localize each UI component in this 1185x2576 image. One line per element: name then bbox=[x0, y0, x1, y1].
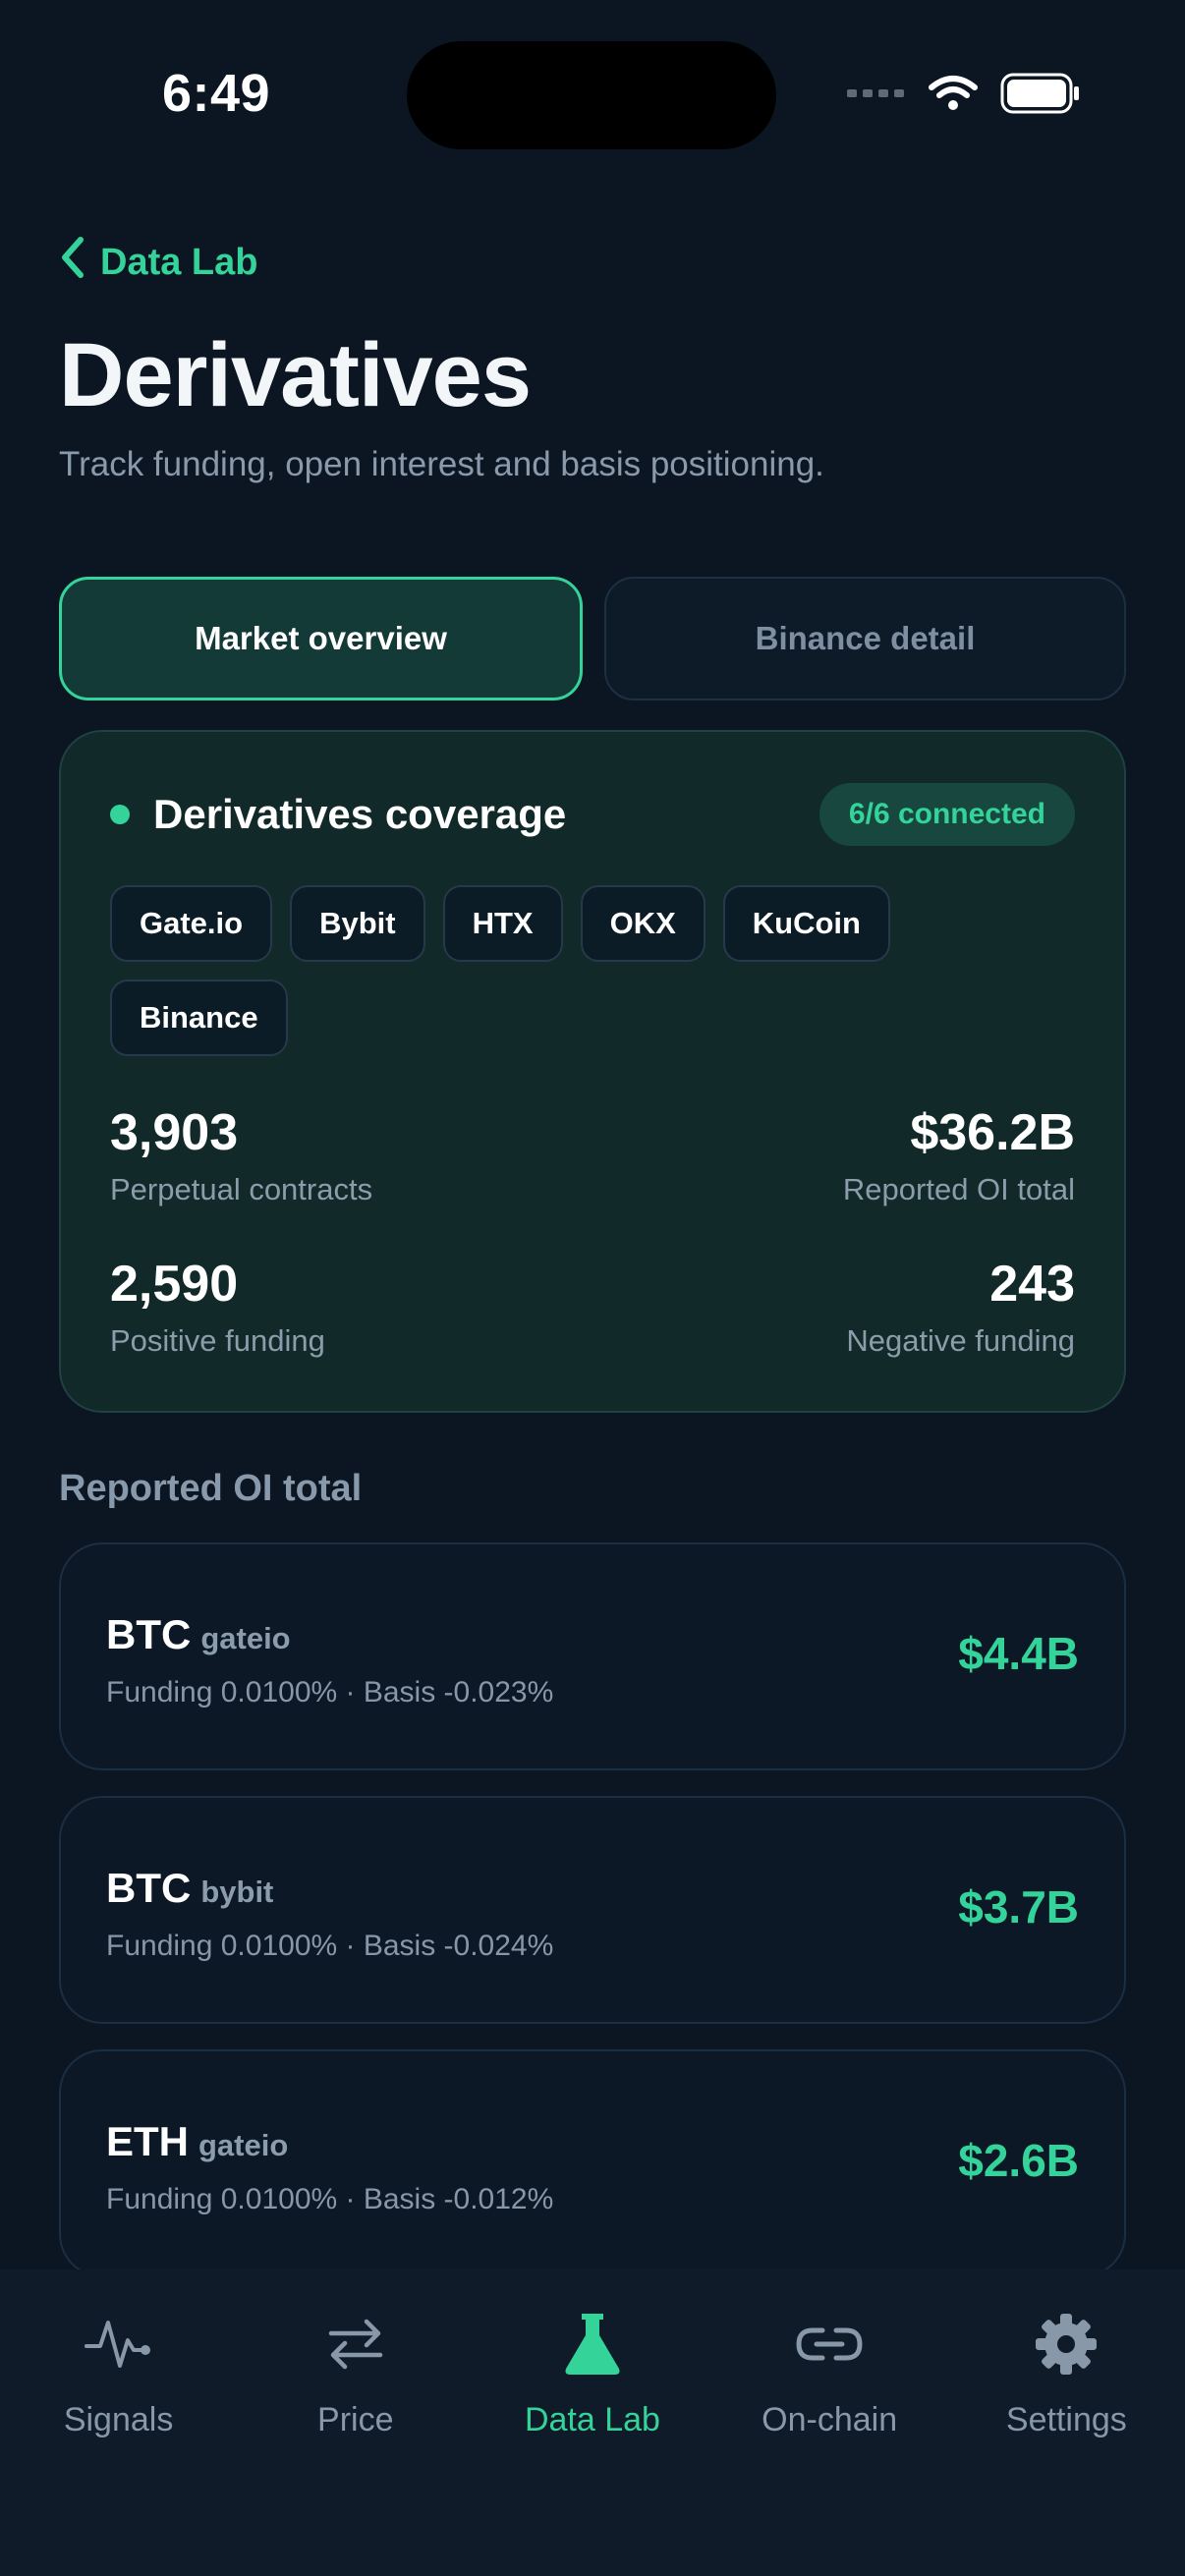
oi-value: $2.6B bbox=[958, 2135, 1079, 2186]
oi-meta: Funding 0.0100% · Basis -0.024% bbox=[106, 1930, 554, 1962]
stat-value: 2,590 bbox=[110, 1256, 239, 1313]
tab-label: Signals bbox=[63, 2401, 174, 2438]
bottom-tab-bar: Signals Price Data Lab On-chain Settings bbox=[0, 2269, 1185, 2576]
section-title: Reported OI total bbox=[59, 1468, 363, 1509]
stat-label: Perpetual contracts bbox=[110, 1172, 373, 1206]
oi-exchange: gateio bbox=[200, 1621, 291, 1655]
link-icon bbox=[794, 2309, 865, 2380]
segment-control: Market overview Binance detail bbox=[59, 577, 1126, 700]
stat-reported-oi-total: $36.2B Reported OI total bbox=[843, 1103, 1075, 1255]
oi-symbol: BTC bbox=[106, 1865, 192, 1911]
oi-symbol-line: ETH gateio bbox=[106, 2118, 288, 2165]
wifi-icon bbox=[928, 74, 979, 118]
oi-row[interactable]: ETH gateio Funding 0.0100% · Basis -0.012… bbox=[59, 2049, 1126, 2277]
swap-arrows-icon bbox=[320, 2309, 391, 2380]
tab-label: On-chain bbox=[762, 2401, 898, 2438]
coverage-title: Derivatives coverage bbox=[153, 791, 567, 837]
tab-market-overview[interactable]: Market overview bbox=[59, 577, 583, 700]
stat-row: 2,590 Positive funding 243 Negative fund… bbox=[110, 1255, 1075, 1406]
oi-exchange: gateio bbox=[198, 2128, 289, 2162]
oi-row[interactable]: BTC bybit Funding 0.0100% · Basis -0.024%… bbox=[59, 1796, 1126, 2024]
stat-row: 3,903 Perpetual contracts $36.2B Reporte… bbox=[110, 1103, 1075, 1255]
signal-dots-icon bbox=[847, 86, 906, 105]
oi-meta: Funding 0.0100% · Basis -0.012% bbox=[106, 2183, 554, 2215]
back-label: Data Lab bbox=[100, 241, 258, 283]
coverage-card: Derivatives coverage 6/6 connected Gate.… bbox=[59, 730, 1126, 1413]
status-time: 6:49 bbox=[162, 64, 271, 123]
status-dot-icon bbox=[110, 805, 130, 824]
exchange-chip-kucoin[interactable]: KuCoin bbox=[722, 885, 890, 962]
flask-icon bbox=[557, 2309, 628, 2380]
stat-value: $36.2B bbox=[910, 1104, 1075, 1161]
status-badge: 6/6 connected bbox=[818, 783, 1075, 846]
stat-value: 3,903 bbox=[110, 1104, 239, 1161]
oi-symbol-line: BTC gateio bbox=[106, 1611, 291, 1658]
stat-label: Negative funding bbox=[846, 1323, 1075, 1358]
exchange-chip-bybit[interactable]: Bybit bbox=[290, 885, 425, 962]
exchange-chips: Gate.io Bybit HTX OKX KuCoin Binance bbox=[110, 885, 994, 1056]
page-subtitle: Track funding, open interest and basis p… bbox=[59, 445, 824, 483]
exchange-chip-gateio[interactable]: Gate.io bbox=[110, 885, 273, 962]
coverage-header: Derivatives coverage 6/6 connected bbox=[110, 783, 1075, 846]
battery-icon bbox=[1000, 73, 1081, 119]
oi-symbol: BTC bbox=[106, 1611, 192, 1657]
oi-exchange: bybit bbox=[200, 1875, 274, 1909]
stat-label: Positive funding bbox=[110, 1323, 325, 1358]
tab-signals[interactable]: Signals bbox=[0, 2309, 237, 2439]
tab-on-chain[interactable]: On-chain bbox=[711, 2309, 948, 2439]
dynamic-island bbox=[407, 41, 776, 149]
oi-list: BTC gateio Funding 0.0100% · Basis -0.023… bbox=[59, 1542, 1126, 2303]
tab-bar-items: Signals Price Data Lab On-chain Settings bbox=[0, 2309, 1185, 2439]
tab-binance-detail[interactable]: Binance detail bbox=[604, 577, 1126, 700]
stat-negative-funding: 243 Negative funding bbox=[846, 1255, 1075, 1406]
back-button[interactable]: Data Lab bbox=[59, 236, 257, 289]
exchange-chip-htx[interactable]: HTX bbox=[442, 885, 563, 962]
oi-meta: Funding 0.0100% · Basis -0.023% bbox=[106, 1676, 554, 1708]
stat-label: Reported OI total bbox=[842, 1172, 1075, 1206]
status-bar: 6:49 bbox=[0, 0, 1185, 187]
oi-row[interactable]: BTC gateio Funding 0.0100% · Basis -0.023… bbox=[59, 1542, 1126, 1770]
stat-value: 243 bbox=[989, 1256, 1075, 1313]
tab-data-lab[interactable]: Data Lab bbox=[474, 2309, 710, 2439]
tab-label: Price bbox=[317, 2401, 394, 2438]
oi-value: $3.7B bbox=[958, 1881, 1079, 1932]
exchange-chip-okx[interactable]: OKX bbox=[580, 885, 705, 962]
tab-label: Data Lab bbox=[524, 2401, 660, 2438]
tab-price[interactable]: Price bbox=[237, 2309, 474, 2439]
coverage-stats: 3,903 Perpetual contracts $36.2B Reporte… bbox=[110, 1103, 1075, 1406]
gear-icon bbox=[1031, 2309, 1101, 2380]
tab-label: Settings bbox=[1005, 2401, 1127, 2438]
oi-symbol: ETH bbox=[106, 2118, 189, 2164]
oi-symbol-line: BTC bybit bbox=[106, 1865, 273, 1912]
pulse-icon bbox=[84, 2309, 154, 2380]
stat-perpetual-contracts: 3,903 Perpetual contracts bbox=[110, 1103, 372, 1255]
status-icons bbox=[847, 73, 1081, 119]
page-title: Derivatives bbox=[59, 325, 532, 425]
stat-positive-funding: 2,590 Positive funding bbox=[110, 1255, 325, 1406]
exchange-chip-binance[interactable]: Binance bbox=[110, 980, 288, 1056]
oi-value: $4.4B bbox=[958, 1628, 1079, 1679]
chevron-left-icon bbox=[59, 236, 86, 289]
tab-settings[interactable]: Settings bbox=[948, 2309, 1185, 2439]
